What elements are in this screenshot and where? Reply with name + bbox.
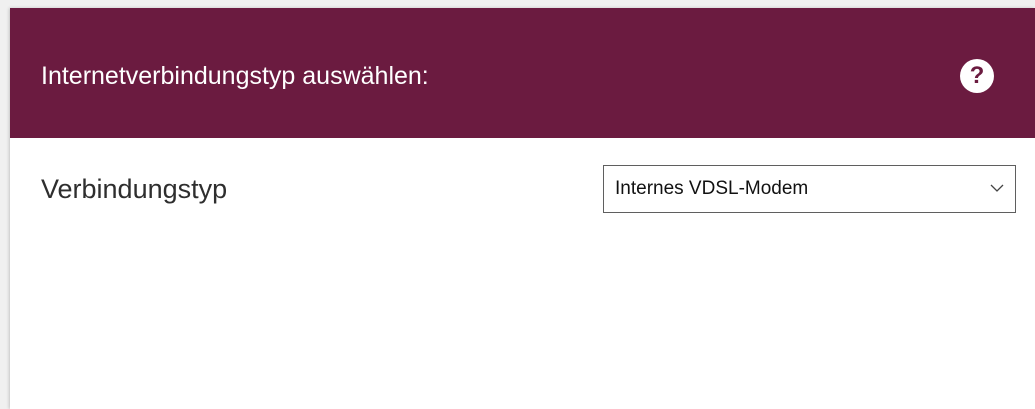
chevron-down-icon — [990, 184, 1004, 192]
panel-header: Internetverbindungstyp auswählen: ? — [10, 8, 1035, 138]
help-icon[interactable]: ? — [960, 59, 994, 93]
connection-type-label: Verbindungstyp — [41, 174, 228, 204]
connection-type-select[interactable]: Internes VDSL-Modem — [603, 165, 1016, 213]
panel-title: Internetverbindungstyp auswählen: — [41, 62, 429, 90]
connection-type-selected-value: Internes VDSL-Modem — [615, 178, 809, 199]
connection-type-panel: Internetverbindungstyp auswählen: ? Verb… — [10, 8, 1035, 409]
